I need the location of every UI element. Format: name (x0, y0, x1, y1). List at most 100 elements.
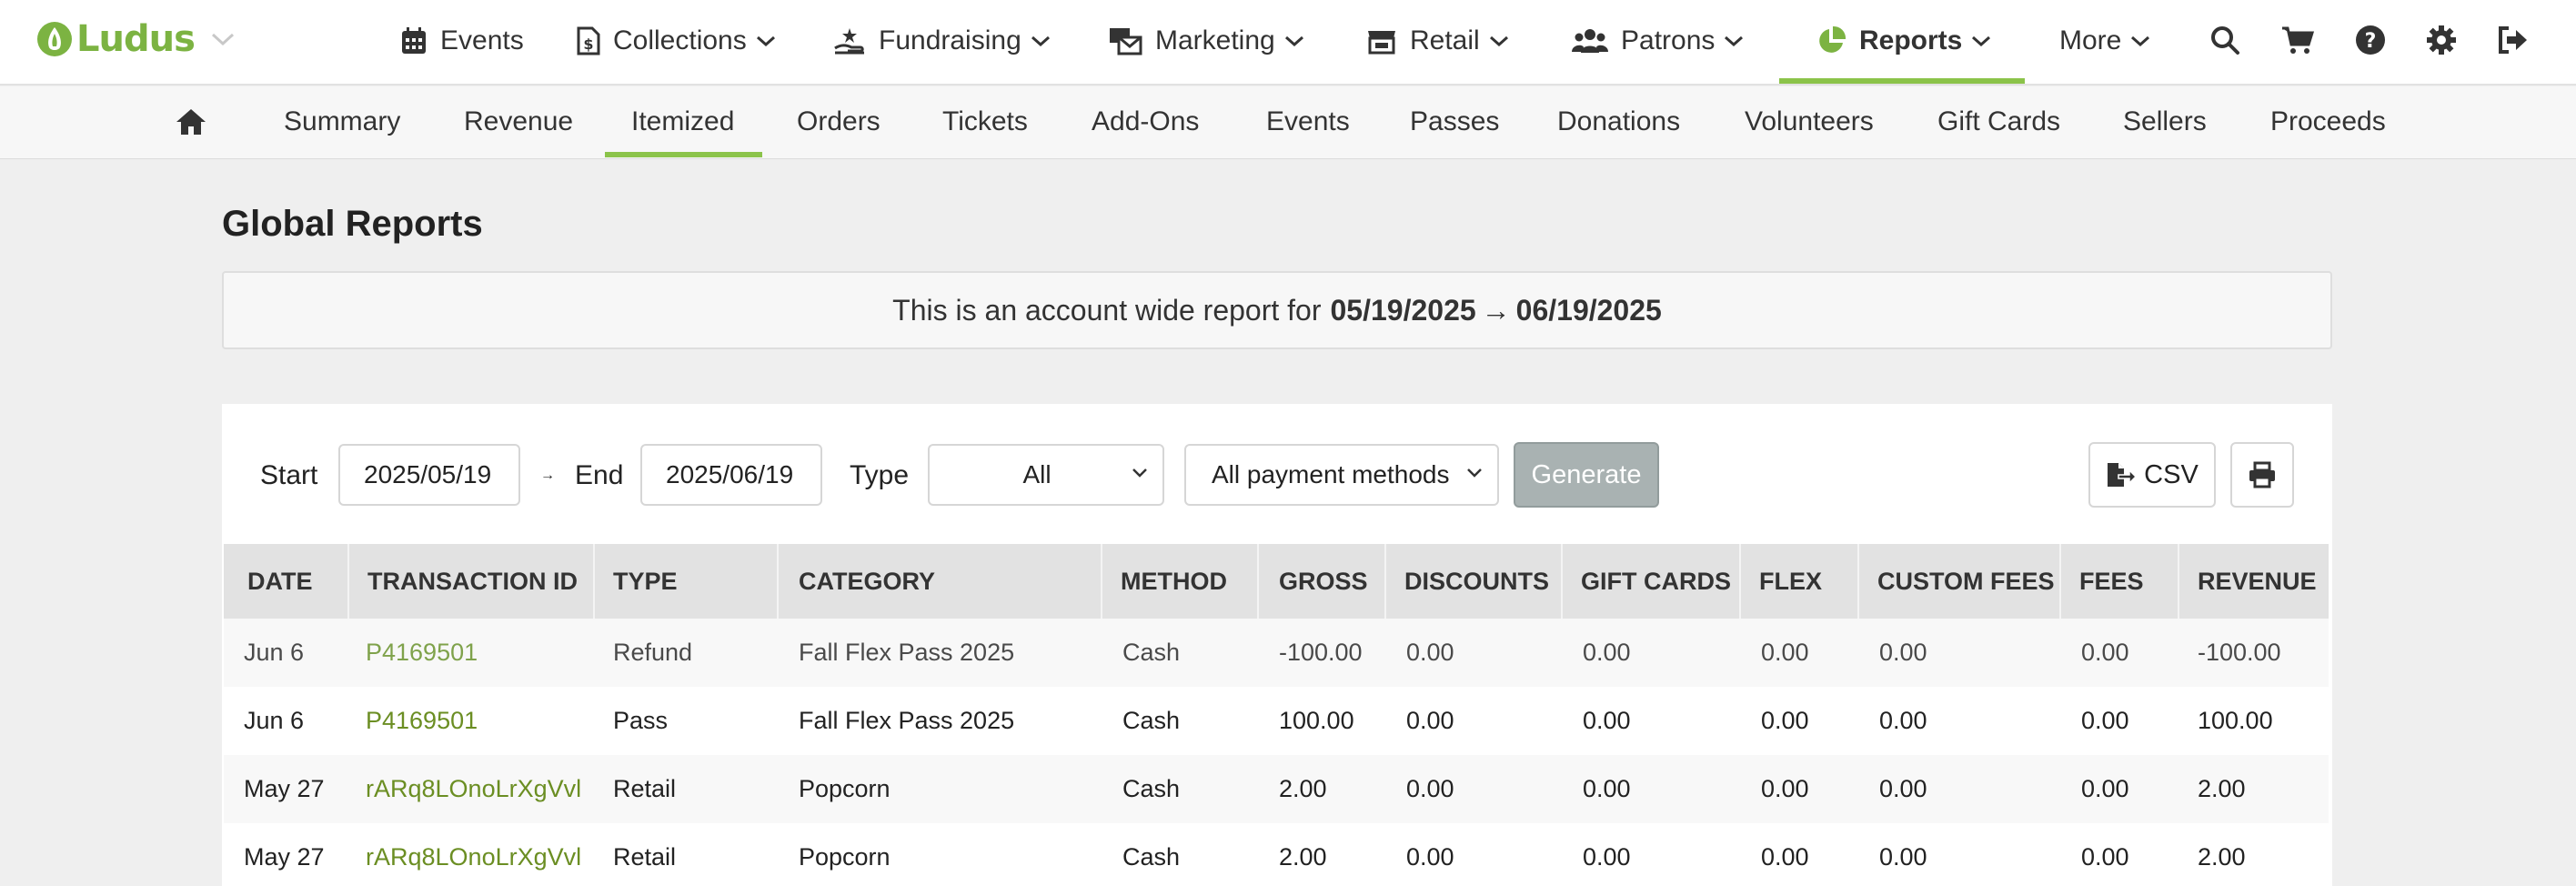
cell-discounts: 0.00 (1406, 639, 1454, 666)
cell-category: Fall Flex Pass 2025 (799, 639, 1015, 666)
chevron-down-icon (1724, 35, 1744, 47)
chevron-down-icon (1489, 35, 1509, 47)
subnav-orders[interactable]: Orders (797, 86, 880, 157)
subnav-revenue[interactable]: Revenue (464, 86, 573, 157)
nav-label: Events (440, 25, 524, 55)
nav-marketing[interactable]: Marketing (1108, 0, 1304, 82)
column-header-custom-fees[interactable]: CUSTOM FEES (1859, 544, 2061, 619)
banner-end-date: 06/19/2025 (1515, 293, 1662, 327)
cell-type: Retail (613, 775, 677, 802)
logo[interactable]: Ludus (36, 16, 235, 62)
column-header-flex[interactable]: FLEX (1741, 544, 1859, 619)
nav-label: Marketing (1155, 25, 1275, 55)
column-header-transaction-id[interactable]: TRANSACTION ID (349, 544, 595, 619)
range-arrow: → (540, 468, 555, 483)
active-nav-indicator (1779, 78, 2025, 84)
subnav-tickets[interactable]: Tickets (942, 86, 1028, 157)
cell-fees: 0.00 (2081, 843, 2129, 871)
column-header-discounts[interactable]: DISCOUNTS (1386, 544, 1563, 619)
cell-date: May 27 (244, 843, 325, 871)
cell-type: Pass (613, 707, 669, 734)
nav-label: Reports (1859, 25, 1963, 55)
nav-label: Fundraising (879, 25, 1021, 55)
cell-type: Refund (613, 639, 693, 666)
column-header-revenue[interactable]: REVENUE (2179, 544, 2329, 619)
cell-transaction-link[interactable]: rARq8LOnoLrXgVvl (366, 755, 581, 823)
nav-retail[interactable]: Retail (1366, 0, 1509, 82)
column-header-date[interactable]: DATE (224, 544, 349, 619)
svg-text:?: ? (2365, 30, 2377, 53)
csv-export-button[interactable]: CSV (2088, 442, 2216, 508)
cell-method: Cash (1122, 775, 1181, 802)
subnav-add-ons[interactable]: Add-Ons (1092, 86, 1199, 157)
cell-discounts: 0.00 (1406, 707, 1454, 734)
cell-transaction-link[interactable]: rARq8LOnoLrXgVvl (366, 823, 581, 886)
chevron-down-icon (1284, 35, 1304, 47)
column-header-type[interactable]: TYPE (595, 544, 779, 619)
subnav-events[interactable]: Events (1266, 86, 1350, 157)
print-button[interactable] (2230, 442, 2294, 508)
cell-date: May 27 (244, 775, 325, 802)
cell-revenue: 2.00 (2198, 843, 2246, 871)
pie-chart-icon (1816, 25, 1846, 56)
generate-button[interactable]: Generate (1514, 442, 1659, 508)
store-icon (1366, 27, 1397, 55)
start-date-input[interactable]: 2025/05/19 (338, 444, 520, 506)
nav-collections[interactable]: $ Collections (577, 0, 776, 82)
cell-flex: 0.00 (1761, 707, 1809, 734)
subnav-donations[interactable]: Donations (1557, 86, 1680, 157)
table-row: Jun 6 P4169501 Refund Fall Flex Pass 202… (224, 619, 2329, 687)
cell-gift-cards: 0.00 (1583, 775, 1631, 802)
brand-name: Ludus (76, 18, 196, 60)
cell-category: Popcorn (799, 775, 891, 802)
ludus-logo-icon (37, 22, 72, 56)
chevron-down-icon (1132, 468, 1147, 478)
column-header-category[interactable]: CATEGORY (779, 544, 1102, 619)
subnav-sellers[interactable]: Sellers (2123, 86, 2207, 157)
subnav-home[interactable] (175, 86, 207, 157)
chevron-down-icon[interactable] (211, 32, 235, 46)
logout-icon[interactable] (2492, 20, 2532, 60)
cell-flex: 0.00 (1761, 775, 1809, 802)
type-select[interactable]: All (928, 444, 1164, 506)
nav-more[interactable]: More (2059, 0, 2150, 82)
cell-fees: 0.00 (2081, 775, 2129, 802)
subnav-gift-cards[interactable]: Gift Cards (1937, 86, 2060, 157)
nav-fundraising[interactable]: Fundraising (833, 0, 1051, 82)
subnav-passes[interactable]: Passes (1410, 86, 1499, 157)
end-label: End (575, 460, 624, 490)
home-icon (176, 109, 206, 135)
search-icon[interactable] (2205, 20, 2245, 60)
cell-method: Cash (1122, 707, 1181, 734)
cell-date: Jun 6 (244, 707, 305, 734)
help-icon[interactable]: ? (2350, 20, 2390, 60)
gear-icon[interactable] (2421, 20, 2461, 60)
table-row: Jun 6 P4169501 Pass Fall Flex Pass 2025 … (224, 687, 2329, 755)
cell-transaction-link[interactable]: P4169501 (366, 687, 478, 755)
cell-flex: 0.00 (1761, 843, 1809, 871)
nav-events[interactable]: Events (400, 0, 524, 82)
nav-label: More (2059, 25, 2122, 55)
cart-icon[interactable] (2278, 20, 2318, 60)
end-date-input[interactable]: 2025/06/19 (640, 444, 822, 506)
nav-reports[interactable]: Reports (1816, 0, 1991, 82)
cell-category: Fall Flex Pass 2025 (799, 707, 1015, 734)
chevron-down-icon (1971, 35, 1991, 47)
column-header-method[interactable]: METHOD (1102, 544, 1259, 619)
top-navigation: Ludus Events $ Collections Fundraising M… (0, 0, 2576, 86)
cell-gross: 2.00 (1279, 843, 1327, 871)
cell-type: Retail (613, 843, 677, 871)
subnav-volunteers[interactable]: Volunteers (1745, 86, 1874, 157)
csv-label: CSV (2144, 459, 2199, 489)
subnav-itemized[interactable]: Itemized (631, 86, 734, 157)
column-header-fees[interactable]: FEES (2061, 544, 2179, 619)
column-header-gross[interactable]: GROSS (1259, 544, 1386, 619)
payment-method-select[interactable]: All payment methods (1184, 444, 1499, 506)
column-header-gift-cards[interactable]: GIFT CARDS (1563, 544, 1741, 619)
nav-patrons[interactable]: Patrons (1572, 0, 1744, 82)
subnav-summary[interactable]: Summary (284, 86, 400, 157)
svg-text:$: $ (583, 35, 593, 53)
cell-discounts: 0.00 (1406, 775, 1454, 802)
cell-transaction-link[interactable]: P4169501 (366, 619, 478, 687)
subnav-proceeds[interactable]: Proceeds (2270, 86, 2386, 157)
